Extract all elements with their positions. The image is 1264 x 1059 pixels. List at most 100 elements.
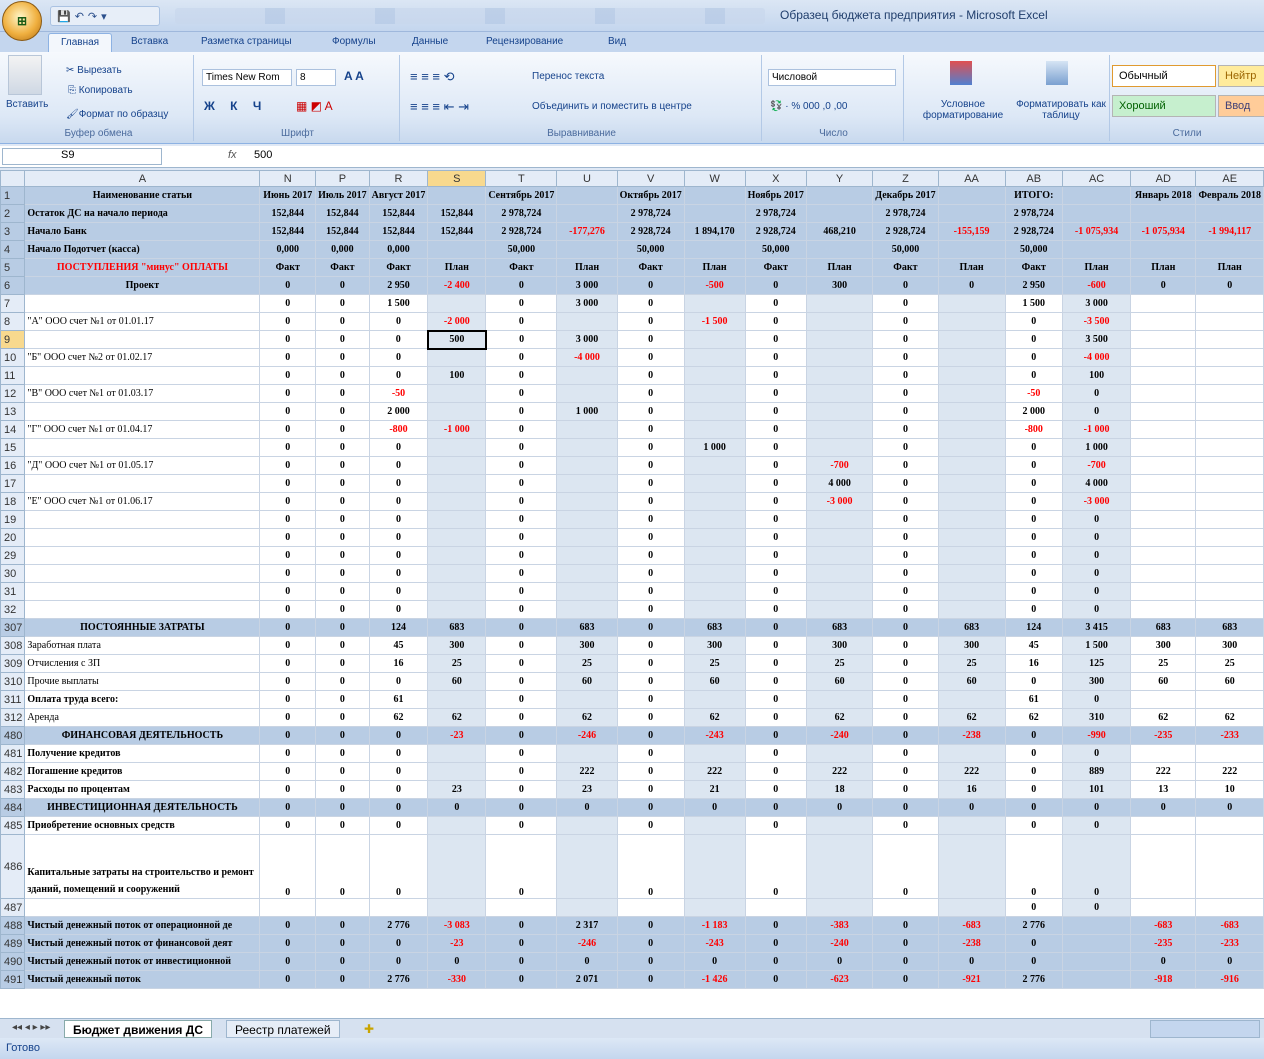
cell[interactable] — [556, 528, 618, 547]
cell[interactable]: 1 000 — [683, 438, 746, 457]
cell[interactable]: 4 000 — [805, 474, 874, 493]
cell[interactable]: 0 — [368, 528, 429, 547]
cell[interactable]: 0 — [485, 366, 558, 385]
cell[interactable]: 0 — [1004, 366, 1064, 385]
cell[interactable] — [427, 492, 487, 511]
cell[interactable] — [937, 366, 1006, 385]
cell[interactable]: 50,000 — [1004, 240, 1064, 259]
cell[interactable]: 0 — [1062, 402, 1132, 421]
row-label-cell[interactable]: ИНВЕСТИЦИОННАЯ ДЕЯТЕЛЬНОСТЬ — [24, 798, 261, 817]
cell[interactable]: 0 — [485, 492, 558, 511]
cell[interactable]: 25 — [1195, 654, 1264, 673]
row-header[interactable]: 488 — [0, 916, 26, 935]
font-color-icon[interactable]: ▦ ◩ A — [296, 99, 333, 113]
conditional-format-button[interactable]: Условное форматирование — [908, 99, 1018, 121]
cell[interactable]: -700 — [805, 456, 874, 475]
cell[interactable]: 2 928,724 — [744, 222, 807, 241]
row-header[interactable]: 32 — [0, 600, 26, 619]
cell[interactable]: 0 — [744, 744, 807, 763]
cell[interactable]: План — [427, 258, 487, 277]
row-header[interactable]: 13 — [0, 402, 26, 421]
cell[interactable] — [427, 456, 487, 475]
cell[interactable]: 0 — [616, 420, 685, 439]
cell[interactable] — [937, 474, 1006, 493]
cell[interactable]: 0 — [1004, 762, 1064, 781]
cell[interactable]: План — [683, 258, 746, 277]
cell[interactable]: 0 — [259, 618, 317, 637]
cell[interactable]: 0 — [872, 618, 939, 637]
cell[interactable]: 0 — [368, 780, 429, 799]
cell[interactable] — [1195, 294, 1264, 313]
cell[interactable]: 0 — [259, 690, 317, 709]
format-painter-button[interactable]: 🖌Формат по образцу — [66, 109, 168, 120]
cell[interactable]: 0 — [616, 708, 685, 727]
cell[interactable] — [937, 492, 1006, 511]
row-label-cell[interactable] — [24, 474, 261, 493]
column-header[interactable]: AE — [1195, 170, 1264, 187]
worksheet-grid[interactable]: A N P R S T U V W X Y Z AA AB AC AD AE 1 Наименование стат… — [0, 170, 1264, 1018]
cell[interactable]: 0 — [744, 952, 807, 971]
cell[interactable]: 0 — [259, 528, 317, 547]
cell[interactable]: 0 — [315, 934, 370, 953]
cell[interactable]: План — [556, 258, 618, 277]
cell[interactable]: 0 — [1004, 456, 1064, 475]
cell[interactable]: 0 — [259, 492, 317, 511]
cell[interactable]: 0 — [259, 330, 317, 349]
cell[interactable]: 0 — [315, 798, 370, 817]
cell[interactable]: 0 — [259, 834, 317, 899]
cell[interactable] — [1195, 438, 1264, 457]
cell[interactable]: 0 — [315, 834, 370, 899]
cell[interactable] — [683, 204, 746, 223]
cell[interactable] — [937, 240, 1006, 259]
cell[interactable] — [805, 528, 874, 547]
cell[interactable] — [683, 384, 746, 403]
cell[interactable]: 0 — [368, 546, 429, 565]
cell[interactable] — [556, 186, 618, 205]
row-label-cell[interactable]: Прочие выплаты — [24, 672, 261, 691]
cell[interactable]: 0 — [315, 492, 370, 511]
row-header[interactable]: 5 — [0, 258, 26, 277]
cell[interactable]: 2 776 — [368, 916, 429, 935]
cell[interactable] — [744, 898, 807, 917]
cell[interactable]: 0 — [616, 654, 685, 673]
cell[interactable]: 0 — [744, 672, 807, 691]
cell[interactable]: 0 — [805, 952, 874, 971]
cell[interactable]: 0 — [485, 348, 558, 367]
cell[interactable]: 0 — [315, 528, 370, 547]
cell[interactable]: 0 — [1130, 798, 1197, 817]
cell[interactable]: 0 — [315, 744, 370, 763]
cell[interactable]: 62 — [1195, 708, 1264, 727]
cell[interactable]: 0 — [1195, 798, 1264, 817]
cell[interactable]: 0 — [259, 294, 317, 313]
row-header[interactable]: 4 — [0, 240, 26, 259]
tab-5[interactable]: Рецензирование — [486, 36, 563, 47]
cell[interactable] — [556, 438, 618, 457]
row-label-cell[interactable]: ПОСТОЯННЫЕ ЗАТРАТЫ — [24, 618, 261, 637]
cell[interactable]: -4 000 — [1062, 348, 1132, 367]
cell[interactable]: 0 — [315, 456, 370, 475]
row-header[interactable]: 12 — [0, 384, 26, 403]
tab-3[interactable]: Формулы — [332, 36, 376, 47]
cell[interactable]: 0 — [259, 744, 317, 763]
row-label-cell[interactable] — [24, 582, 261, 601]
cell[interactable] — [556, 690, 618, 709]
column-header[interactable]: Y — [805, 170, 874, 187]
cell[interactable]: 0 — [315, 600, 370, 619]
cell[interactable]: 60 — [427, 672, 487, 691]
row-label-cell[interactable]: "Б" ООО счет №2 от 01.02.17 — [24, 348, 261, 367]
cell[interactable]: 0 — [683, 798, 746, 817]
align-left-icon[interactable]: ≡ ≡ ≡ ⇤ ⇥ — [410, 99, 469, 115]
cell[interactable]: 50,000 — [616, 240, 685, 259]
cell[interactable]: 683 — [556, 618, 618, 637]
row-header[interactable]: 15 — [0, 438, 26, 457]
cell[interactable] — [427, 438, 487, 457]
cell[interactable] — [427, 762, 487, 781]
cell[interactable]: 0 — [259, 456, 317, 475]
cell[interactable] — [937, 456, 1006, 475]
cell[interactable]: 0 — [259, 762, 317, 781]
cell[interactable] — [937, 438, 1006, 457]
currency-icon[interactable]: 💱 · % 000 ,0 ,00 — [770, 101, 848, 112]
row-label-cell[interactable]: "А" ООО счет №1 от 01.01.17 — [24, 312, 261, 331]
cell[interactable] — [556, 600, 618, 619]
cell[interactable] — [683, 510, 746, 529]
